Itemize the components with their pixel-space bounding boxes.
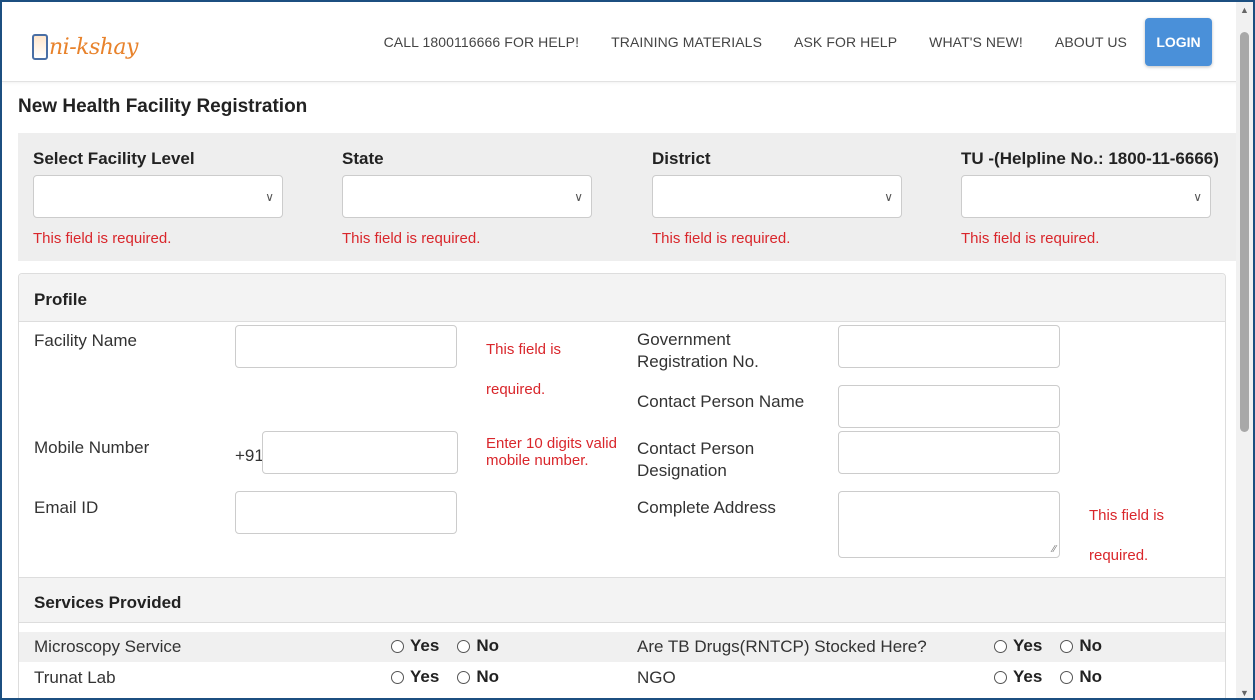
- radio-icon[interactable]: [391, 670, 404, 684]
- scroll-up-arrow-icon[interactable]: ▲: [1236, 2, 1253, 19]
- microscopy-no-option[interactable]: No: [457, 636, 499, 656]
- ngo-radio-group: Yes No: [994, 667, 1120, 687]
- mobile-number-error: Enter 10 digits valid mobile number.: [486, 435, 617, 469]
- services-heading: Services Provided: [34, 593, 182, 612]
- address-label: Complete Address: [637, 498, 776, 517]
- browser-window: ni-kshay CALL 1800116666 FOR HELP! TRAIN…: [0, 0, 1255, 700]
- radio-icon[interactable]: [1060, 639, 1074, 653]
- contact-person-name-input[interactable]: [838, 385, 1060, 428]
- gov-registration-label: Government Registration No.: [637, 330, 759, 371]
- page-title: New Health Facility Registration: [18, 96, 308, 117]
- facility-name-error: This field is required.: [486, 341, 562, 398]
- tb-drugs-radio-group: Yes No: [994, 636, 1120, 656]
- nav-whats-new[interactable]: WHAT'S NEW!: [929, 34, 1023, 50]
- chevron-down-icon: ∨: [1193, 190, 1202, 204]
- mobile-number-input[interactable]: [262, 431, 458, 474]
- microscopy-radio-group: Yes No: [391, 636, 517, 656]
- state-error: This field is required.: [342, 230, 481, 247]
- nikshay-logo[interactable]: ni-kshay: [32, 29, 138, 65]
- trunat-radio-group: Yes No: [391, 667, 517, 687]
- tb-drugs-yes-option[interactable]: Yes: [994, 636, 1042, 656]
- nav-about-us[interactable]: ABOUT US: [1055, 34, 1127, 50]
- location-band: Select Facility Level ∨ This field is re…: [18, 133, 1240, 261]
- facility-level-label: Select Facility Level: [33, 149, 195, 168]
- mobile-number-label: Mobile Number: [34, 438, 150, 457]
- logo-text: ni-kshay: [49, 34, 138, 60]
- facility-level-error: This field is required.: [33, 230, 172, 247]
- email-input[interactable]: [235, 491, 457, 534]
- nav-training-materials[interactable]: TRAINING MATERIALS: [611, 34, 762, 50]
- nav-ask-for-help[interactable]: ASK FOR HELP: [794, 34, 897, 50]
- service-row-microscopy: Microscopy Service Yes No Are TB Drugs(R…: [19, 632, 1225, 662]
- profile-header: Profile: [19, 274, 1225, 322]
- district-label: District: [652, 149, 711, 168]
- tu-label: TU -(Helpline No.: 1800-11-6666): [961, 149, 1219, 168]
- login-button[interactable]: LOGIN: [1145, 18, 1212, 66]
- radio-icon[interactable]: [391, 639, 404, 653]
- services-header: Services Provided: [19, 577, 1225, 623]
- ngo-yes-option[interactable]: Yes: [994, 667, 1042, 687]
- radio-icon[interactable]: [994, 639, 1007, 653]
- radio-icon[interactable]: [1060, 670, 1074, 684]
- gov-registration-input[interactable]: [838, 325, 1060, 368]
- district-select[interactable]: ∨: [652, 175, 902, 218]
- scroll-down-arrow-icon[interactable]: ▼: [1236, 685, 1253, 698]
- microscopy-label: Microscopy Service: [34, 637, 182, 656]
- contact-designation-input[interactable]: [838, 431, 1060, 474]
- vertical-scrollbar[interactable]: ▲ ▼: [1236, 2, 1253, 698]
- nav-call-help[interactable]: CALL 1800116666 FOR HELP!: [384, 34, 580, 50]
- tb-drugs-no-option[interactable]: No: [1060, 636, 1102, 656]
- email-label: Email ID: [34, 498, 99, 517]
- radio-icon[interactable]: [994, 670, 1007, 684]
- facility-name-input[interactable]: [235, 325, 457, 368]
- tb-drugs-label: Are TB Drugs(RNTCP) Stocked Here?: [637, 637, 927, 656]
- trunat-no-option[interactable]: No: [457, 667, 499, 687]
- chevron-down-icon: ∨: [884, 190, 893, 204]
- resize-grip-icon[interactable]: ∕∕: [1053, 544, 1056, 555]
- chevron-down-icon: ∨: [574, 190, 583, 204]
- service-row-trunat: Trunat Lab Yes No NGO Yes No: [19, 663, 1225, 693]
- contact-designation-label: Contact Person Designation: [637, 439, 755, 480]
- tu-error: This field is required.: [961, 230, 1100, 247]
- ngo-no-option[interactable]: No: [1060, 667, 1102, 687]
- trunat-lab-label: Trunat Lab: [34, 668, 116, 687]
- contact-person-name-label: Contact Person Name: [637, 392, 805, 411]
- top-navbar: ni-kshay CALL 1800116666 FOR HELP! TRAIN…: [2, 2, 1240, 82]
- facility-level-select[interactable]: ∨: [33, 175, 283, 218]
- ngo-label: NGO: [637, 668, 676, 687]
- radio-icon[interactable]: [457, 670, 471, 684]
- profile-panel: Profile Facility Name This field is requ…: [18, 273, 1226, 698]
- scrollbar-thumb[interactable]: [1240, 32, 1249, 432]
- state-select[interactable]: ∨: [342, 175, 592, 218]
- phone-icon: [32, 34, 48, 60]
- facility-name-label: Facility Name: [34, 331, 137, 350]
- state-label: State: [342, 149, 384, 168]
- tu-select[interactable]: ∨: [961, 175, 1211, 218]
- address-error: This field is required.: [1089, 507, 1165, 564]
- address-textarea[interactable]: ∕∕: [838, 491, 1060, 558]
- profile-heading: Profile: [34, 290, 87, 309]
- district-error: This field is required.: [652, 230, 791, 247]
- mobile-prefix: +91: [235, 446, 264, 465]
- chevron-down-icon: ∨: [265, 190, 274, 204]
- radio-icon[interactable]: [457, 639, 471, 653]
- main-nav: CALL 1800116666 FOR HELP! TRAINING MATER…: [384, 2, 1240, 82]
- trunat-yes-option[interactable]: Yes: [391, 667, 439, 687]
- microscopy-yes-option[interactable]: Yes: [391, 636, 439, 656]
